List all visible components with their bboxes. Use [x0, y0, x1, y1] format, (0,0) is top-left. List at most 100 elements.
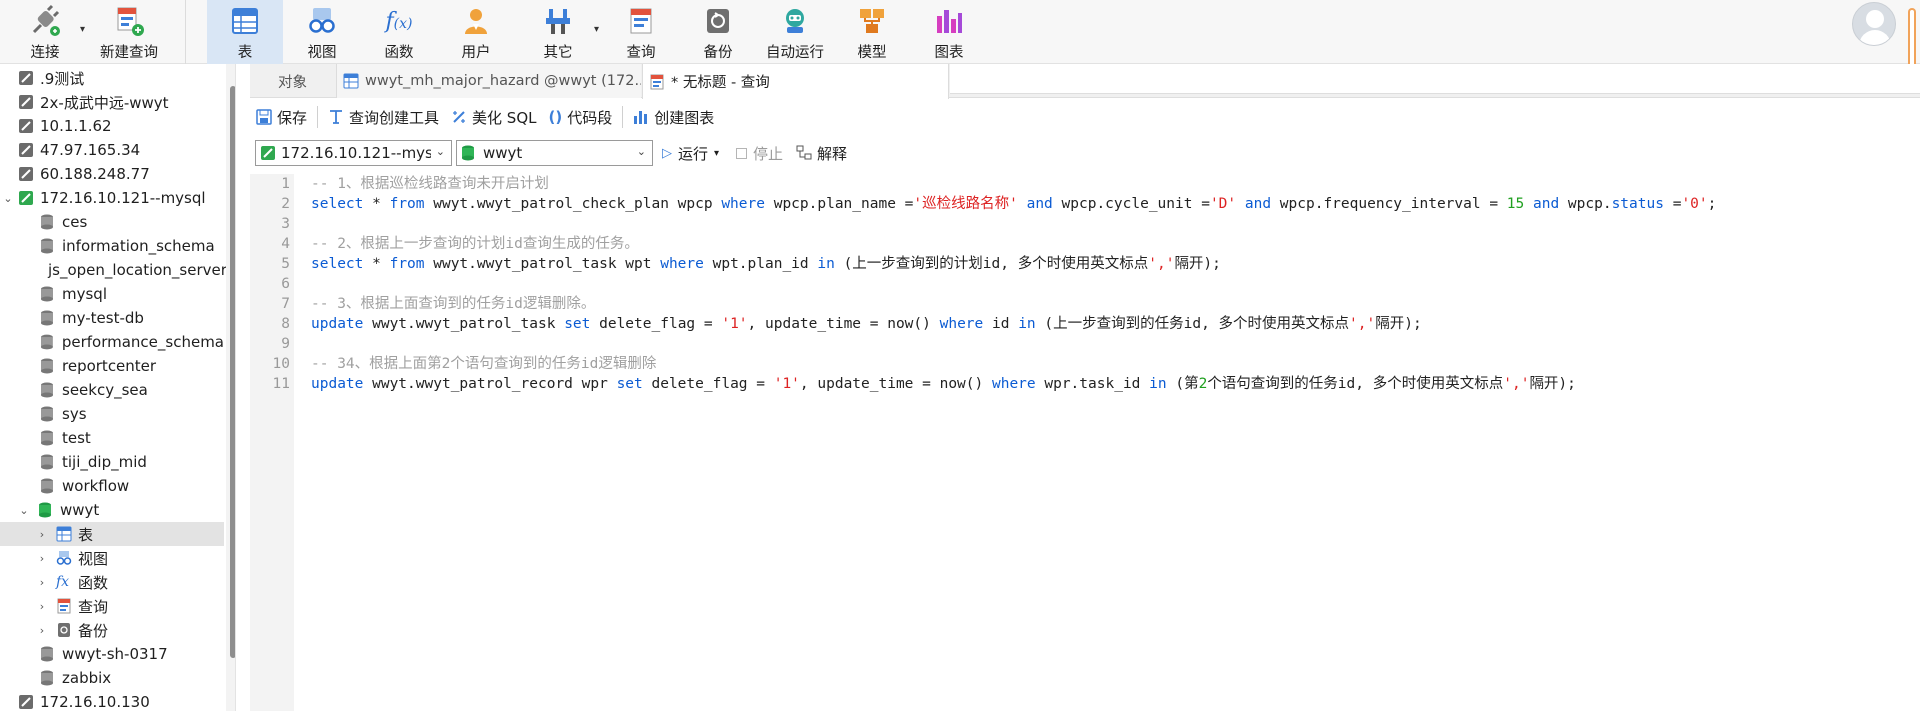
connect-dropdown-icon[interactable]: ▾	[80, 24, 85, 35]
database-active-icon	[462, 145, 474, 161]
code-line[interactable]: update wwyt.wwyt_patrol_record wpr set d…	[311, 374, 1911, 394]
tree-database[interactable]: workflow	[0, 474, 224, 498]
run-button[interactable]: ▷ 运行 ▾	[662, 140, 719, 166]
tab-label: wwyt_mh_major_hazard @wwyt (172...	[365, 73, 641, 89]
tree-label: 备份	[78, 621, 109, 640]
connection-icon	[19, 167, 33, 181]
bar-chart-icon	[633, 109, 649, 125]
code-line[interactable]: -- 3、根据上面查询到的任务id逻辑删除。	[311, 294, 1911, 314]
tree-node-views[interactable]: › 视图	[0, 546, 224, 570]
query-builder-button[interactable]: 查询创建工具	[322, 102, 445, 132]
user-label: 用户	[461, 45, 491, 61]
query-builder-icon	[328, 109, 344, 125]
connection-toolbar: 172.16.10.121--mysql ⌄ wwyt ⌄ ▷ 运行 ▾ 停止 …	[250, 136, 1920, 170]
code-line[interactable]: select * from wwyt.wwyt_patrol_check_pla…	[311, 194, 1911, 214]
tree-database[interactable]: ces	[0, 210, 224, 234]
tree-connection[interactable]: .9测试	[0, 66, 224, 90]
code-line[interactable]: -- 34、根据上面第2个语句查询到的任务id逻辑删除	[311, 354, 1911, 374]
tab-objects[interactable]: 对象	[250, 64, 335, 98]
table-label: 表	[237, 45, 253, 61]
tree-database-open[interactable]: ⌄ wwyt	[0, 498, 224, 522]
tab-untitled-query[interactable]: * 无标题 - 查询	[642, 64, 949, 99]
tree-database[interactable]: sys	[0, 402, 224, 426]
tree-node-backups[interactable]: › 备份	[0, 618, 224, 642]
tree-database[interactable]: zabbix	[0, 666, 224, 690]
code-line[interactable]: -- 1、根据巡检线路查询未开启计划	[311, 174, 1911, 194]
tree-connection[interactable]: 60.188.248.77	[0, 162, 224, 186]
editor-toolbar: 保存 查询创建工具 美化 SQL () 代码段 创建图表	[250, 100, 1920, 134]
table-button[interactable]: 表	[207, 0, 283, 64]
chevron-right-icon[interactable]: ›	[36, 576, 48, 589]
tree-label: reportcenter	[62, 357, 157, 375]
other-dropdown-icon[interactable]: ▾	[594, 24, 599, 35]
tree-database[interactable]: information_schema	[0, 234, 224, 258]
tree-database[interactable]: test	[0, 426, 224, 450]
code-line[interactable]	[311, 334, 1911, 354]
tree-node-queries[interactable]: › 查询	[0, 594, 224, 618]
database-select-value: wwyt	[483, 144, 523, 162]
chevron-right-icon[interactable]: ›	[36, 600, 48, 613]
query-button[interactable]: 查询	[603, 0, 679, 64]
explain-button[interactable]: 解释	[796, 140, 847, 166]
tree-node-functions[interactable]: › fx 函数	[0, 570, 224, 594]
tree-label: sys	[62, 405, 87, 423]
tree-database[interactable]: reportcenter	[0, 354, 224, 378]
chart-button[interactable]: 图表	[911, 0, 987, 64]
explain-icon	[796, 145, 812, 161]
tree-connection-open[interactable]: ⌄ 172.16.10.121--mysql	[0, 186, 224, 210]
query-icon	[624, 4, 658, 38]
tree-connection[interactable]: 2x-成武中远-wwyt	[0, 90, 224, 114]
code-line[interactable]	[311, 274, 1911, 294]
connection-icon	[19, 119, 33, 133]
code-line[interactable]	[311, 214, 1911, 234]
query-icon	[650, 74, 664, 89]
code-snippet-button[interactable]: () 代码段	[543, 102, 619, 132]
tree-database[interactable]: seekcy_sea	[0, 378, 224, 402]
save-button[interactable]: 保存	[250, 102, 313, 132]
chevron-right-icon[interactable]: ›	[36, 528, 48, 541]
tree-label: .9测试	[40, 69, 85, 88]
code-line[interactable]: -- 2、根据上一步查询的计划id查询生成的任务。	[311, 234, 1911, 254]
tree-database[interactable]: wwyt-sh-0317	[0, 642, 224, 666]
tree-connection[interactable]: 47.97.165.34	[0, 138, 224, 162]
tree-connection[interactable]: 10.1.1.62	[0, 114, 224, 138]
model-button[interactable]: 模型	[834, 0, 910, 64]
connect-button[interactable]: 连接	[22, 0, 68, 64]
user-icon	[459, 4, 493, 38]
chevron-down-icon[interactable]: ⌄	[18, 504, 30, 517]
tree-database[interactable]: tiji_dip_mid	[0, 450, 224, 474]
other-button[interactable]: 其它	[520, 0, 596, 64]
tree-database[interactable]: mysql	[0, 282, 224, 306]
create-chart-button[interactable]: 创建图表	[627, 102, 720, 132]
auto-run-button[interactable]: 自动运行	[757, 0, 833, 64]
table-icon	[228, 4, 262, 38]
connect-label: 连接	[30, 45, 60, 61]
sidebar-scrollbar-thumb[interactable]	[230, 86, 235, 658]
view-button[interactable]: 视图	[284, 0, 360, 64]
code-line[interactable]: select * from wwyt.wwyt_patrol_task wpt …	[311, 254, 1911, 274]
tab-table-design[interactable]: wwyt_mh_major_hazard @wwyt (172...	[336, 64, 641, 98]
stop-button[interactable]: 停止	[736, 140, 783, 166]
connection-select[interactable]: 172.16.10.121--mysql ⌄	[255, 140, 452, 166]
chevron-right-icon[interactable]: ›	[36, 624, 48, 637]
tree-label: workflow	[62, 477, 130, 495]
tree-label: my-test-db	[62, 309, 144, 327]
user-avatar[interactable]	[1852, 2, 1896, 46]
backup-button[interactable]: 备份	[680, 0, 756, 64]
chevron-down-icon[interactable]: ⌄	[2, 192, 14, 205]
beautify-sql-button[interactable]: 美化 SQL	[445, 102, 542, 132]
user-button[interactable]: 用户	[438, 0, 514, 64]
run-dropdown-icon[interactable]: ▾	[714, 148, 719, 159]
tree-node-tables[interactable]: › 表	[0, 522, 224, 546]
database-select[interactable]: wwyt ⌄	[456, 140, 653, 166]
new-query-button[interactable]: 新建查询	[94, 0, 164, 64]
line-number: 7	[281, 296, 290, 312]
tree-connection[interactable]: 172.16.10.130	[0, 690, 224, 711]
function-button[interactable]: f(x) 函数	[361, 0, 437, 64]
chevron-right-icon[interactable]: ›	[36, 552, 48, 565]
code-line[interactable]: update wwyt.wwyt_patrol_task set delete_…	[311, 314, 1911, 334]
database-icon	[41, 406, 53, 422]
tree-database[interactable]: my-test-db	[0, 306, 224, 330]
tree-database[interactable]: js_open_location_server	[0, 258, 227, 282]
tree-database[interactable]: performance_schema	[0, 330, 224, 354]
